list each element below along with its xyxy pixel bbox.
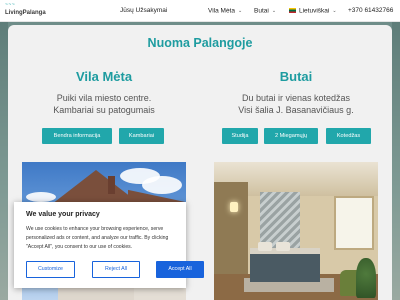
two-bedroom-button[interactable]: 2 Miegamųjų bbox=[264, 128, 318, 144]
general-info-button[interactable]: Bendra informacija bbox=[42, 128, 112, 144]
vila-meta-description-line-1: Puiki vila miesto centre. bbox=[56, 93, 152, 103]
butai-description-line-2: Visi šalia J. Basanavičiaus g. bbox=[238, 105, 354, 115]
vila-meta-title: Vila Mėta bbox=[75, 69, 133, 84]
vila-meta-description-line-2: Kambariai su patogumais bbox=[53, 105, 155, 115]
cookie-consent-banner: We value your privacy We use cookies to … bbox=[14, 202, 204, 288]
nav-item-label: Vila Mėta bbox=[208, 7, 235, 15]
room-window bbox=[334, 196, 374, 250]
cookie-title: We value your privacy bbox=[26, 211, 100, 218]
chevron-down-icon: ⌄ bbox=[271, 8, 277, 14]
rooms-button[interactable]: Kambariai bbox=[119, 128, 164, 144]
villa-roof bbox=[52, 170, 140, 204]
top-navigation-bar: ~~~ LivingPalanga Jūsų Užsakymai Vila Mė… bbox=[0, 0, 400, 22]
page-title: Nuoma Palangoje bbox=[147, 36, 253, 50]
logo-text: LivingPalanga bbox=[5, 10, 46, 16]
customize-button[interactable]: Customize bbox=[26, 261, 75, 278]
nav-item-language[interactable]: Lietuviškai ⌄ bbox=[289, 0, 337, 22]
lithuania-flag-icon bbox=[289, 8, 296, 13]
apartment-photo[interactable] bbox=[214, 162, 378, 300]
nav-item-butai[interactable]: Butai ⌄ bbox=[254, 0, 276, 22]
nav-item-label: Butai bbox=[254, 7, 269, 15]
background-right bbox=[392, 22, 400, 300]
accept-all-button[interactable]: Accept All bbox=[156, 261, 204, 278]
reject-all-button[interactable]: Reject All bbox=[92, 261, 140, 278]
nav-item-label: Jūsų Užsakymai bbox=[120, 7, 168, 14]
phone-number: +370 61432766 bbox=[348, 7, 394, 14]
nav-item-phone[interactable]: +370 61432766 bbox=[348, 0, 393, 22]
cottage-button[interactable]: Kotedžas bbox=[326, 128, 371, 144]
lamp bbox=[230, 202, 238, 212]
background-left bbox=[0, 22, 8, 300]
bed bbox=[250, 248, 320, 282]
villa-chimney bbox=[108, 176, 115, 194]
pillow bbox=[258, 242, 272, 251]
nav-item-vila-meta[interactable]: Vila Mėta ⌄ bbox=[208, 0, 242, 22]
cloud bbox=[142, 176, 182, 194]
cookie-text: We use cookies to enhance your browsing … bbox=[26, 226, 169, 250]
studio-button[interactable]: Studija bbox=[222, 128, 258, 144]
butai-title: Butai bbox=[279, 69, 313, 84]
nav-item-orders[interactable]: Jūsų Užsakymai bbox=[120, 0, 167, 22]
pillow bbox=[276, 242, 290, 251]
butai-description-line-1: Du butai ir vienas kotedžas bbox=[241, 93, 351, 103]
plant bbox=[356, 258, 376, 298]
chevron-down-icon: ⌄ bbox=[332, 8, 337, 14]
nav-item-label: Lietuviškai bbox=[299, 7, 330, 15]
logo[interactable]: ~~~ LivingPalanga bbox=[5, 3, 47, 19]
chevron-down-icon: ⌄ bbox=[237, 8, 243, 14]
wave-logo-icon: ~~~ bbox=[5, 2, 16, 8]
